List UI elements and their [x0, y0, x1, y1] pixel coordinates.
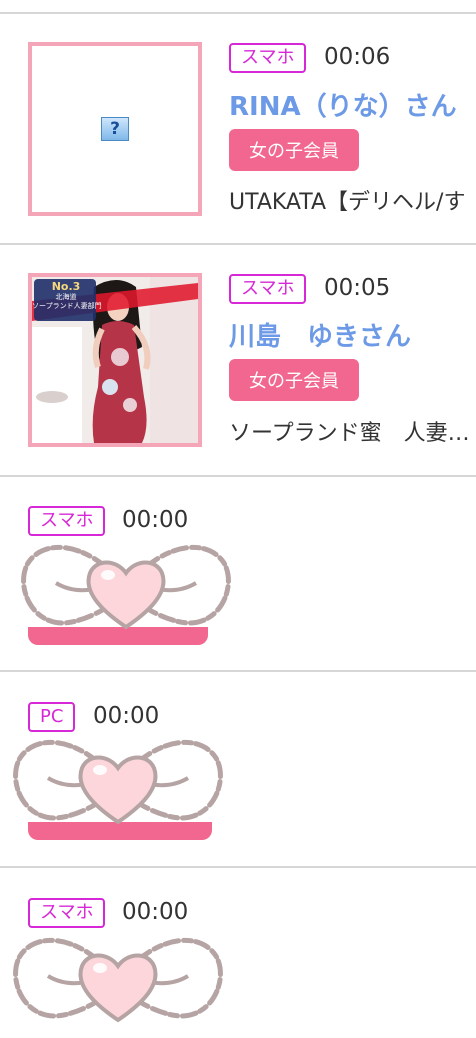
device-badge: スマホ: [28, 898, 106, 928]
list-item[interactable]: ? スマホ 00:06 RINA（りな）さん 女の子会員 UTAKATA【デリヘ…: [0, 14, 476, 243]
post-time: 00:06: [324, 44, 391, 70]
post-time: 00:00: [122, 507, 189, 533]
member-name-link[interactable]: 川島 ゆきさん: [229, 316, 411, 353]
bow-heart-stamp-icon: [21, 545, 231, 630]
shop-description: ソープランド蜜 人妻…: [229, 421, 470, 446]
post-time: 00:00: [122, 899, 189, 925]
list-item[interactable]: スマホ 00:00: [0, 477, 476, 670]
list-item[interactable]: No.3 北海道 ソープランド人妻部門 スマホ 00:05 川島 ゆきさん 女の…: [0, 245, 476, 475]
ranking-badge: No.3 北海道 ソープランド人妻部門: [32, 280, 102, 311]
device-badge: スマホ: [229, 43, 307, 73]
post-time: 00:00: [93, 703, 160, 729]
broken-image-icon: ?: [101, 117, 129, 141]
member-name-link[interactable]: RINA（りな）さん: [229, 86, 457, 123]
profile-photo[interactable]: No.3 北海道 ソープランド人妻部門: [28, 273, 202, 447]
member-type-badge: 女の子会員: [229, 359, 359, 401]
list-item[interactable]: スマホ 00:00: [0, 868, 476, 1024]
bow-heart-stamp-icon: [13, 938, 223, 1023]
post-time: 00:05: [324, 275, 391, 301]
device-badge: PC: [28, 702, 76, 732]
member-type-badge: 女の子会員: [229, 129, 359, 171]
profile-thumbnail[interactable]: ?: [28, 42, 202, 216]
list-item[interactable]: PC 00:00: [0, 672, 476, 866]
bow-heart-stamp-icon: [13, 740, 223, 825]
device-badge: スマホ: [28, 506, 106, 536]
shop-description: UTAKATA【デリヘル/す: [229, 190, 466, 215]
device-badge: スマホ: [229, 274, 307, 304]
